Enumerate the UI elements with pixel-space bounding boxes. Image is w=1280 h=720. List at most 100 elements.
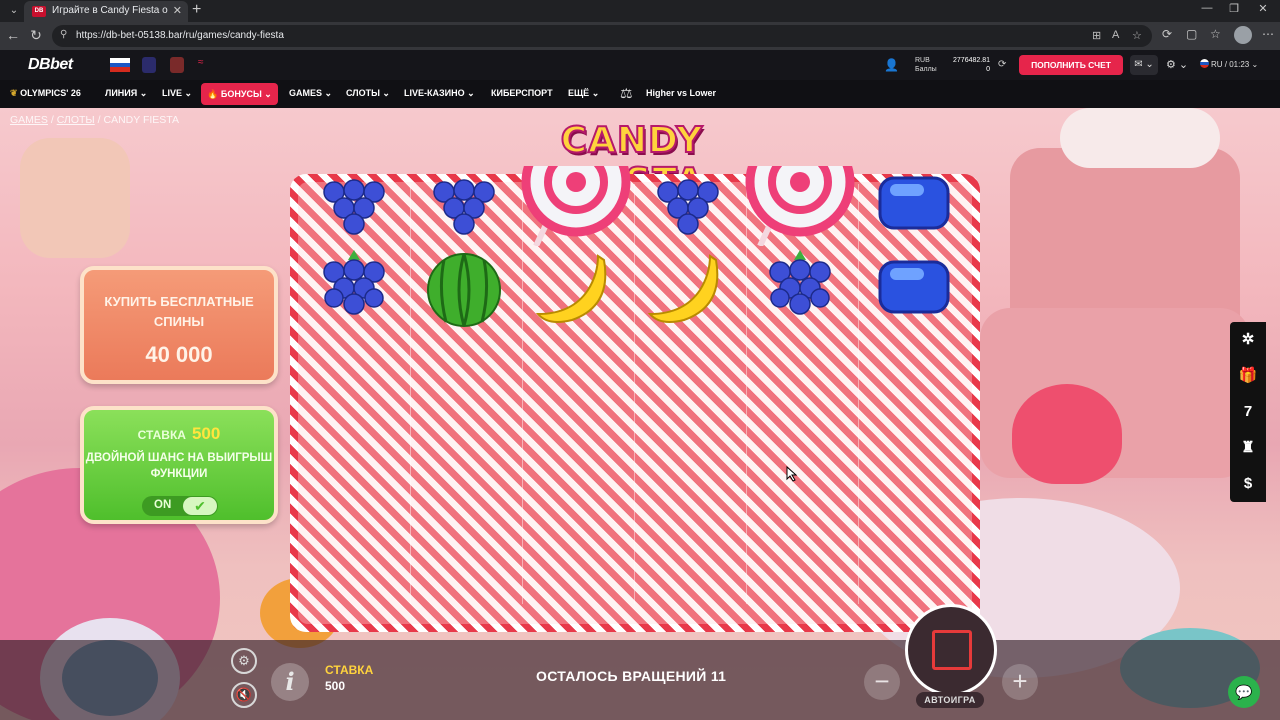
new-tab-icon[interactable]: + — [192, 1, 201, 19]
settings-gear-icon[interactable]: ⚙ — [231, 648, 257, 674]
candy-fiesta-logo: CANDY FIESTA — [559, 119, 704, 203]
autoplay-button[interactable]: АВТОИГРА — [916, 692, 984, 708]
translate-icon[interactable]: ⊞ — [1092, 29, 1101, 42]
tab-title: Играйте в Candy Fiesta онлайн — [52, 5, 168, 16]
read-aloud-icon[interactable]: A — [1112, 29, 1119, 41]
chat-icon[interactable]: 💬 — [1228, 676, 1260, 708]
game-control-bar: ⚙ 🔇 i СТАВКА 500 ОСТАЛОСЬ ВРАЩЕНИЙ 11 − … — [0, 604, 1280, 720]
site-info-icon[interactable]: ⚲ — [60, 29, 67, 40]
grape-symbol — [769, 250, 831, 315]
banana-symbol — [647, 254, 719, 323]
seven-icon[interactable]: 7 — [1230, 394, 1266, 430]
nav-live-casino[interactable]: LIVE-КАЗИНО ⌄ — [404, 88, 475, 99]
reels-grid — [298, 182, 972, 624]
nav-games[interactable]: GAMES ⌄ — [289, 88, 332, 99]
watermelon-symbol — [427, 253, 501, 327]
split-screen-icon[interactable]: ▢ — [1186, 27, 1197, 41]
reel-divider — [858, 184, 859, 604]
blue-candy-symbol — [878, 176, 950, 230]
blue-candy-symbol — [878, 260, 950, 314]
game-canvas[interactable]: GAMES / СЛОТЫ / CANDY FIESTA CANDY FIEST… — [0, 108, 1280, 720]
nav-slots[interactable]: СЛОТЫ ⌄ — [346, 88, 390, 99]
bug-icon[interactable]: ✲ — [1230, 322, 1266, 358]
nav-live[interactable]: LIVE ⌄ — [162, 88, 192, 99]
address-bar: ← ↻ ⚲ https://db-bet-05138.bar/ru/games/… — [0, 22, 1280, 50]
europa-league-logo-icon — [170, 57, 184, 73]
nav-olympics[interactable]: ❦ OLYMPICS' 26 — [10, 88, 81, 99]
grape-symbol — [657, 179, 719, 235]
mail-icon[interactable]: ✉ ⌄ — [1130, 55, 1158, 75]
breadcrumb: GAMES / СЛОТЫ / CANDY FIESTA — [10, 114, 179, 126]
browser-tab-bar: ⌄ DB Играйте в Candy Fiesta онлайн ✕ + —… — [0, 0, 1280, 22]
lollipop-symbol — [745, 166, 855, 246]
stop-icon — [932, 630, 972, 670]
nav-bonuses[interactable]: 🔥 БОНУСЫ ⌄ — [201, 83, 278, 105]
scales-icon: ⚖ — [620, 85, 633, 101]
settings-gear-icon[interactable]: ⚙ ⌄ — [1166, 58, 1188, 71]
reload-icon[interactable]: ↻ — [27, 27, 45, 44]
omnibox[interactable]: ⚲ https://db-bet-05138.bar/ru/games/cand… — [52, 25, 1152, 47]
side-menu: ✲ 🎁 7 ♜ $ — [1230, 322, 1266, 502]
nav-line[interactable]: ЛИНИЯ ⌄ — [105, 88, 147, 99]
spin-stop-button[interactable] — [905, 604, 997, 696]
nav-more[interactable]: ЕЩЁ ⌄ — [568, 88, 599, 99]
bet-value: 500 — [325, 679, 346, 693]
f1-logo-icon: ≈ — [198, 57, 204, 68]
deposit-button[interactable]: ПОПОЛНИТЬ СЧЕТ — [1019, 55, 1123, 75]
extensions-icon[interactable]: ⟳ — [1162, 27, 1172, 41]
favorites-icon[interactable]: ☆ — [1210, 27, 1221, 41]
balance-labels: RUB Баллы — [915, 57, 937, 73]
language-time-selector[interactable]: RU / 01:23 ⌄ — [1200, 59, 1258, 69]
spins-remaining: ОСТАЛОСЬ ВРАЩЕНИЙ 11 — [536, 668, 727, 684]
checkmark-icon: ✔ — [183, 497, 217, 515]
favorite-star-icon[interactable]: ☆ — [1132, 29, 1142, 42]
reel-divider — [746, 184, 747, 604]
sound-mute-icon[interactable]: 🔇 — [231, 682, 257, 708]
ante-bet-description: ДВОЙНОЙ ШАНС НА ВЫИГРЫШ ФУНКЦИИ — [85, 452, 273, 480]
refresh-balance-icon[interactable]: ⟳ — [998, 59, 1006, 70]
nav-higher-lower[interactable]: Higher vs Lower — [646, 88, 716, 98]
buy-free-spins-title: КУПИТЬ БЕСПЛАТНЫЕ СПИНЫ — [104, 294, 254, 329]
dbbet-logo[interactable]: DBbet — [28, 56, 73, 74]
reel-divider — [410, 184, 411, 604]
url-text[interactable]: https://db-bet-05138.bar/ru/games/candy-… — [76, 30, 284, 41]
lollipop-symbol — [521, 166, 631, 246]
increase-bet-button[interactable]: + — [1002, 664, 1038, 700]
reel-divider — [634, 184, 635, 604]
balance-values: 2776482.81 0 — [953, 57, 990, 73]
rocket-icon[interactable]: ♜ — [1230, 430, 1266, 466]
profile-avatar[interactable] — [1234, 26, 1252, 44]
info-icon[interactable]: i — [271, 663, 309, 701]
ante-bet-panel[interactable]: СТАВКА 500 ДВОЙНОЙ ШАНС НА ВЫИГРЫШ ФУНКЦИ… — [80, 406, 278, 524]
browser-tab[interactable]: DB Играйте в Candy Fiesta онлайн ✕ — [24, 1, 188, 22]
main-nav: ❦ OLYMPICS' 26 ЛИНИЯ ⌄ LIVE ⌄ 🔥 БОНУСЫ ⌄… — [0, 80, 1280, 108]
more-menu-icon[interactable]: ⋯ — [1262, 27, 1274, 41]
bg-cone — [20, 138, 130, 258]
champions-league-logo-icon — [142, 57, 156, 73]
ante-bet-toggle[interactable]: ON ✔ — [142, 496, 218, 516]
buy-free-spins-button[interactable]: КУПИТЬ БЕСПЛАТНЫЕ СПИНЫ 40 000 — [80, 266, 278, 384]
decrease-bet-button[interactable]: − — [864, 664, 900, 700]
bg-heart-lollipop — [1012, 384, 1122, 484]
back-icon[interactable]: ← — [4, 27, 22, 43]
tab-close-icon[interactable]: ✕ — [173, 4, 182, 17]
breadcrumb-slots[interactable]: СЛОТЫ — [57, 114, 95, 126]
grape-symbol — [323, 179, 385, 235]
grape-symbol — [433, 179, 495, 235]
buy-free-spins-price: 40 000 — [145, 342, 213, 367]
tab-list-chevron-icon[interactable]: ⌄ — [6, 3, 22, 19]
gift-icon[interactable]: 🎁 — [1230, 358, 1266, 394]
nav-esports[interactable]: КИБЕРСПОРТ — [491, 88, 553, 98]
bg-icing — [1060, 108, 1220, 168]
russia-flag-icon — [110, 58, 130, 73]
favicon-icon: DB — [32, 6, 46, 17]
mouse-cursor-icon — [786, 466, 798, 482]
user-icon[interactable]: 👤 — [884, 58, 899, 72]
close-window-icon[interactable]: ✕ — [1246, 2, 1280, 15]
banana-symbol — [535, 254, 607, 323]
bet-label: СТАВКА — [325, 663, 374, 677]
breadcrumb-games[interactable]: GAMES — [10, 114, 48, 126]
dollar-icon[interactable]: $ — [1230, 466, 1266, 502]
reel-divider — [522, 184, 523, 604]
breadcrumb-current: CANDY FIESTA — [103, 114, 179, 126]
